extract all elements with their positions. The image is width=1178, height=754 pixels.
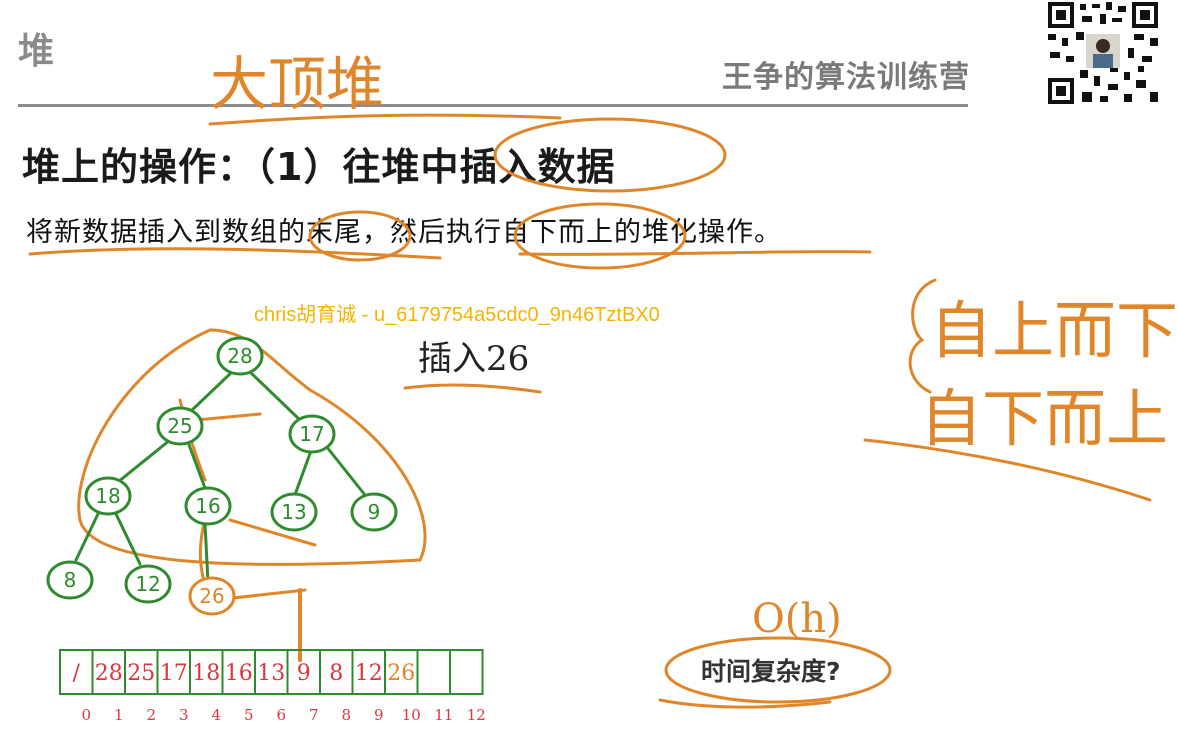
tree-node-value: 16 — [195, 494, 220, 518]
tree-node-value: 25 — [167, 414, 192, 438]
array-index-label: 12 — [467, 706, 486, 724]
tree-node-value: 13 — [281, 500, 306, 524]
array-index-label: 7 — [309, 706, 319, 724]
array-cell-value: 18 — [192, 661, 220, 686]
array-index-label: 11 — [434, 706, 453, 724]
tree-node-value: 9 — [368, 500, 381, 524]
array-index-label: 3 — [179, 706, 189, 724]
tree-node-value: 17 — [299, 422, 324, 446]
array-index-label: 2 — [146, 706, 156, 724]
description-underline-left — [28, 247, 442, 260]
insert-data-circle — [493, 117, 727, 193]
description-underline-right — [518, 250, 872, 256]
array-index-label: 0 — [81, 706, 91, 724]
array-index-label: 4 — [211, 706, 221, 724]
handwritten-top-note: 大顶堆 — [210, 50, 384, 118]
pointer-link-3 — [194, 412, 262, 422]
array-cell — [449, 649, 484, 695]
insert-note-underline — [403, 383, 542, 394]
array-index-label: 9 — [374, 706, 384, 724]
array-index-label: 5 — [244, 706, 254, 724]
array-cell-value: 8 — [329, 661, 343, 686]
array-index-label: 6 — [276, 706, 286, 724]
tree-node-value: 18 — [95, 484, 120, 508]
array-index-label: 1 — [114, 706, 124, 724]
heap-array: / 0 28 1 25 2 17 3 18 4 16 5 13 6 9 7 8 8 12 9 26 10 11 12 — [59, 649, 486, 724]
array-cell-value: 16 — [225, 661, 253, 686]
array-index-label: 10 — [402, 706, 421, 724]
heap-tree: 28 25 17 18 16 13 9 8 12 26 — [46, 336, 398, 616]
array-cell — [416, 649, 451, 695]
array-cell-value: 13 — [257, 661, 285, 686]
array-cell-value: / — [73, 661, 81, 686]
handwritten-right-note-1: 自上而下 — [930, 294, 1178, 367]
tree-node-value: 8 — [64, 568, 77, 592]
array-cell-value: 28 — [95, 661, 123, 686]
tree-node-value: 26 — [199, 584, 224, 608]
tree-node-value: 12 — [135, 572, 160, 596]
array-cell-value: 9 — [297, 661, 311, 686]
ink-annotation-layer: 大顶堆 自上而下 自下而上 O(h) 插入26 2825 1718 16 13 98 12… — [28, 50, 1178, 724]
array-index-label: 8 — [341, 706, 351, 724]
complexity-question: 时间复杂度? — [701, 657, 841, 686]
handwritten-complexity-note: O(h) — [752, 596, 842, 642]
handwritten-right-note-2: 自下而上 — [920, 382, 1168, 455]
bottom-up-circle — [513, 202, 687, 270]
array-cell-value: 17 — [160, 661, 188, 686]
array-cell-value: 12 — [355, 661, 383, 686]
handwritten-insert-note: 插入26 — [418, 339, 529, 379]
array-cell-value: 26 — [387, 661, 415, 686]
array-cell-value: 25 — [127, 661, 155, 686]
tree-node-value: 28 — [227, 344, 252, 368]
